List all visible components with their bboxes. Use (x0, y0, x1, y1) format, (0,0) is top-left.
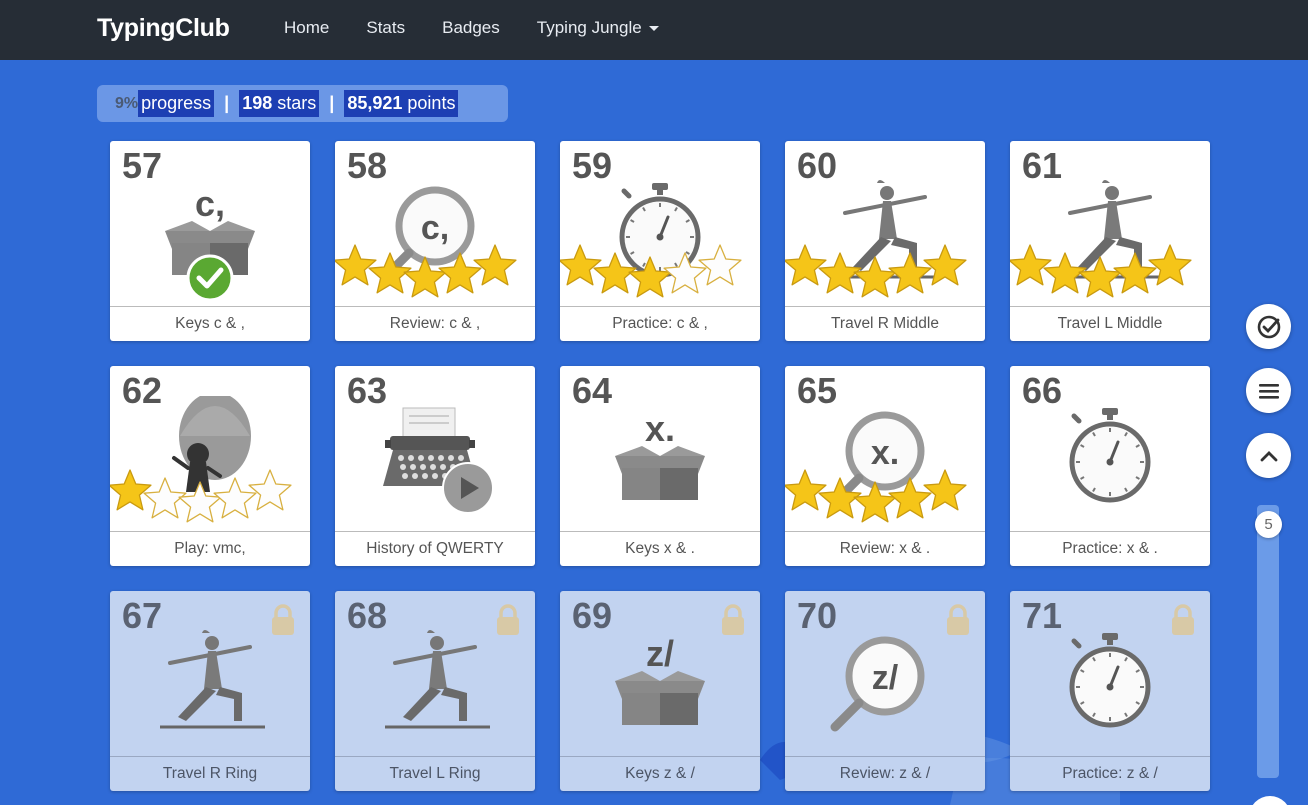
lesson-card[interactable]: 59 Practice: c & , (560, 141, 760, 341)
svg-text:x.: x. (871, 434, 899, 472)
lesson-card[interactable]: 63 History of QWERTY (335, 366, 535, 566)
lesson-card[interactable]: 68 Travel L Ring (335, 591, 535, 791)
lock-icon (947, 604, 969, 635)
lesson-card[interactable]: 66 Practice: x & . (1010, 366, 1210, 566)
lesson-title: Review: z & / (785, 756, 985, 791)
lock-icon (272, 604, 294, 635)
svg-text:x.: x. (645, 408, 675, 449)
lesson-title: Travel R Ring (110, 756, 310, 791)
magnifier-icon: x. (785, 411, 967, 523)
page-scroll-track[interactable] (1257, 505, 1279, 778)
lesson-card[interactable]: 70 z/ Review: z & / (785, 591, 985, 791)
brand-logo[interactable]: TypingClub (97, 14, 230, 43)
nav-badges-link[interactable]: Badges (442, 18, 500, 38)
magnifier-icon: z/ (830, 636, 925, 732)
lesson-card[interactable]: 57 c, Keys c & , (110, 141, 310, 341)
yoga-pose-icon (1010, 180, 1192, 298)
lock-icon (722, 604, 744, 635)
lock-icon (497, 604, 519, 635)
lesson-title: Keys c & , (110, 306, 310, 341)
chevron-up-icon (1260, 450, 1277, 461)
stars-label: stars (277, 93, 317, 113)
lesson-card[interactable]: 64 x. Keys x & . (560, 366, 760, 566)
typewriter-video-icon (383, 407, 494, 514)
top-navbar: TypingClub Home Stats Badges Typing Jung… (0, 0, 1308, 60)
lesson-title: Review: c & , (335, 306, 535, 341)
lesson-card[interactable]: 65 x. Review: x & . (785, 366, 985, 566)
scroll-up-button[interactable] (1246, 433, 1291, 478)
yoga-pose-icon (785, 180, 967, 298)
lesson-title: Travel L Middle (1010, 306, 1210, 341)
stats-separator: | (224, 93, 230, 113)
progress-percent: 9% (115, 94, 139, 112)
box-keys-icon: x. (615, 408, 705, 500)
menu-button[interactable] (1246, 368, 1291, 413)
stopwatch-icon (560, 183, 742, 298)
nav-typing-jungle-dropdown[interactable]: Typing Jungle (537, 18, 659, 38)
lesson-card[interactable]: 58 c, Review: c & , (335, 141, 535, 341)
stopwatch-icon (1069, 408, 1151, 503)
lesson-title: Travel L Ring (335, 756, 535, 791)
svg-text:z/: z/ (872, 659, 899, 697)
yoga-pose-icon (385, 630, 490, 729)
nav-links: Home Stats Badges Typing Jungle (284, 18, 696, 38)
lesson-title: Practice: z & / (1010, 756, 1210, 791)
stopwatch-icon (1069, 633, 1151, 728)
caret-down-icon (648, 25, 659, 31)
points-value: 85,921 (347, 93, 403, 113)
svg-text:c,: c, (421, 209, 449, 247)
stats-separator: | (329, 93, 335, 113)
svg-text:c,: c, (195, 183, 225, 224)
check-circle-icon (1257, 315, 1280, 338)
stars-value: 198 (242, 93, 273, 113)
progress-check-button[interactable] (1246, 304, 1291, 349)
lesson-card[interactable]: 67 Travel R Ring (110, 591, 310, 791)
lesson-card[interactable]: 69 z/ Keys z & / (560, 591, 760, 791)
lesson-title: History of QWERTY (335, 531, 535, 566)
lesson-card[interactable]: 61 Travel L Middle (1010, 141, 1210, 341)
box-keys-icon: c, (165, 183, 255, 302)
yoga-pose-icon (160, 630, 265, 729)
lesson-title: Review: x & . (785, 531, 985, 566)
hamburger-menu-icon (1258, 383, 1279, 399)
nav-stats-link[interactable]: Stats (366, 18, 405, 38)
lesson-title: Travel R Middle (785, 306, 985, 341)
page-scroll-thumb[interactable]: 5 (1255, 511, 1282, 538)
lesson-card[interactable]: 71 Practice: z & / (1010, 591, 1210, 791)
points-label: points (407, 93, 456, 113)
lesson-title: Play: vmc, (110, 531, 310, 566)
nav-home-link[interactable]: Home (284, 18, 329, 38)
lesson-title: Practice: x & . (1010, 531, 1210, 566)
lock-icon (1172, 604, 1194, 635)
lesson-title: Practice: c & , (560, 306, 760, 341)
box-keys-icon: z/ (615, 633, 705, 725)
magnifier-icon: c, (335, 186, 517, 298)
lesson-card[interactable]: 62 Play: vmc, (110, 366, 310, 566)
lesson-title: Keys z & / (560, 756, 760, 791)
nav-typing-jungle-label: Typing Jungle (536, 18, 642, 37)
points-stat: 85,921 points (344, 90, 459, 117)
lesson-title: Keys x & . (560, 531, 760, 566)
progress-stats-bar: 9% progress | 198 stars | 85,921 points (97, 85, 508, 122)
stars-stat: 198 stars (239, 90, 320, 117)
svg-text:z/: z/ (646, 633, 674, 674)
progress-label: progress (138, 90, 215, 117)
lesson-card[interactable]: 60 Travel R Middle (785, 141, 985, 341)
balloon-game-icon (110, 396, 292, 523)
